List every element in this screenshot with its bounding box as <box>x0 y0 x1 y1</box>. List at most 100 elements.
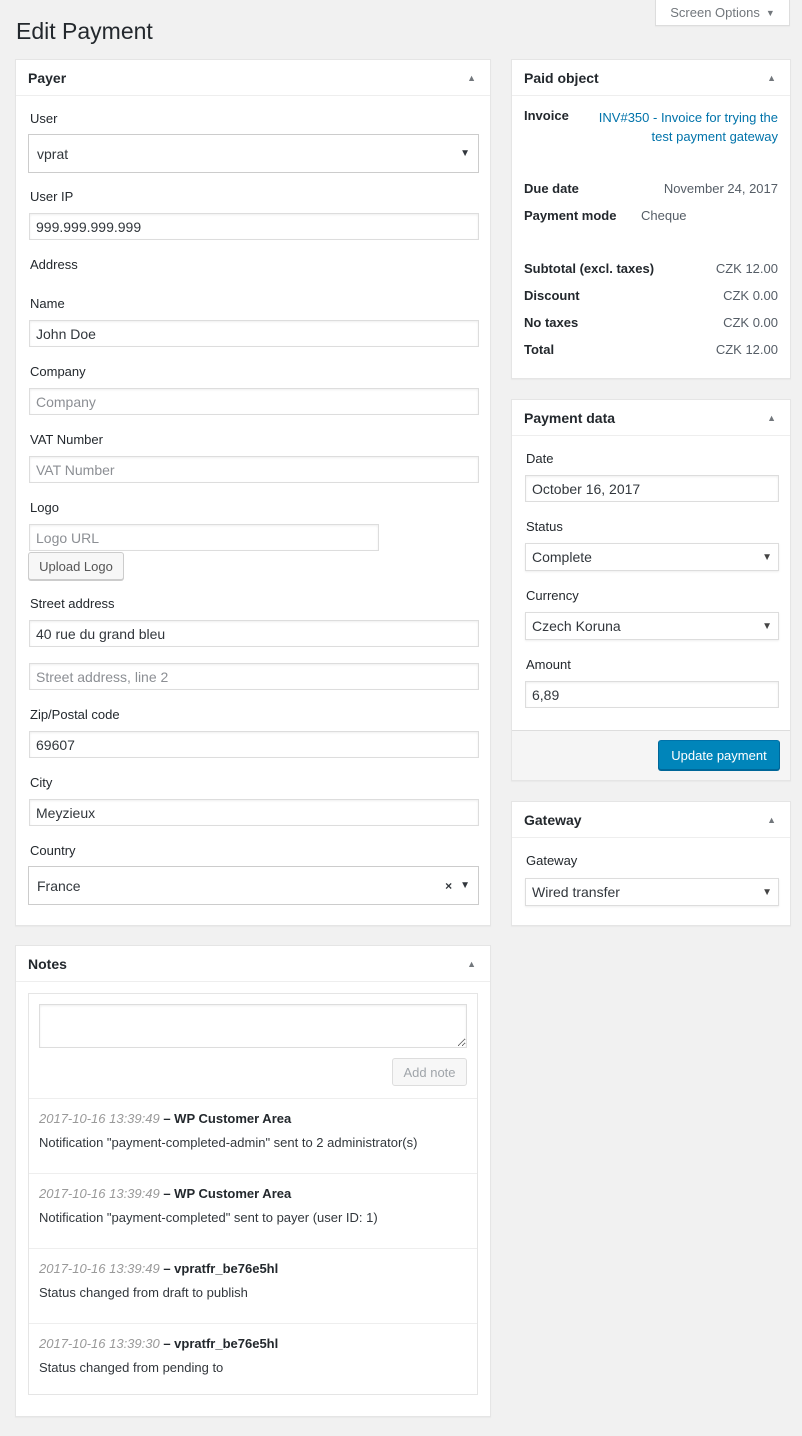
street2-input[interactable]: Street address, line 2 <box>29 663 479 690</box>
vat-input[interactable]: VAT Number <box>29 456 479 483</box>
collapse-toggle-icon[interactable]: ▲ <box>467 73 476 83</box>
invoice-link[interactable]: INV#350 - Invoice for trying the test pa… <box>588 108 778 146</box>
note-text: Status changed from draft to publish <box>39 1285 248 1300</box>
discount-row: Discount CZK 0.00 <box>524 288 778 303</box>
collapse-toggle-icon[interactable]: ▲ <box>467 959 476 969</box>
status-label: Status <box>526 519 563 534</box>
name-input[interactable]: John Doe <box>29 320 479 347</box>
paid-object-box-title: Paid object <box>524 69 599 86</box>
date-input[interactable]: October 16, 2017 <box>525 475 779 502</box>
add-note-form: Add note <box>29 994 477 1098</box>
vat-label: VAT Number <box>30 432 103 447</box>
dropdown-arrow-icon: ▼ <box>762 886 772 898</box>
gateway-box: Gateway ▲ Gateway Wired transfer ▼ <box>511 801 791 926</box>
dropdown-arrow-icon: ▼ <box>460 880 470 891</box>
note-item: 2017-10-16 13:39:49 – WP Customer Area N… <box>29 1098 477 1173</box>
taxes-row: No taxes CZK 0.00 <box>524 315 778 330</box>
dropdown-arrow-icon: ▼ <box>762 551 772 563</box>
taxes-label: No taxes <box>524 315 579 330</box>
city-input[interactable]: Meyzieux <box>29 799 479 826</box>
street-label: Street address <box>30 596 115 611</box>
note-text: Notification "payment-completed" sent to… <box>39 1210 378 1225</box>
paid-object-box: Paid object ▲ Invoice INV#350 - Invoice … <box>511 59 791 379</box>
amount-input[interactable]: 6,89 <box>525 681 779 708</box>
add-note-button[interactable]: Add note <box>392 1058 467 1086</box>
subtotal-row: Subtotal (excl. taxes) CZK 12.00 <box>524 261 778 276</box>
note-timestamp: 2017-10-16 13:39:49 <box>39 1186 160 1201</box>
zip-input[interactable]: 69607 <box>29 731 479 758</box>
note-textarea[interactable] <box>39 1004 467 1048</box>
gateway-select[interactable]: Wired transfer ▼ <box>525 878 779 906</box>
note-author: – vpratfr_be76e5hl <box>163 1261 279 1276</box>
notes-box-title: Notes <box>28 955 67 972</box>
note-text: Notification "payment-completed-admin" s… <box>39 1135 418 1150</box>
date-label: Date <box>526 451 554 466</box>
due-date-value: November 24, 2017 <box>663 181 778 196</box>
user-select[interactable]: vprat ▼ <box>28 134 479 173</box>
currency-select-value: Czech Koruna <box>532 618 621 634</box>
street-input[interactable]: 40 rue du grand bleu <box>29 620 479 647</box>
country-select[interactable]: France × ▼ <box>28 866 479 905</box>
discount-value: CZK 0.00 <box>723 288 778 303</box>
total-value: CZK 12.00 <box>715 342 778 357</box>
subtotal-value: CZK 12.00 <box>715 261 778 276</box>
notes-box: Notes ▲ Add note 2017-10-16 13:39:49 – W… <box>15 945 491 1417</box>
note-author: – vpratfr_be76e5hl <box>163 1336 279 1351</box>
note-item: 2017-10-16 13:39:30 – vpratfr_be76e5hl S… <box>29 1323 477 1398</box>
address-label: Address <box>30 257 78 272</box>
company-label: Company <box>30 364 86 379</box>
note-timestamp: 2017-10-16 13:39:49 <box>39 1261 160 1276</box>
payment-data-box: Payment data ▲ Date October 16, 2017 Sta… <box>511 399 791 781</box>
clear-icon[interactable]: × <box>445 879 452 893</box>
country-label: Country <box>30 843 76 858</box>
country-select-value: France <box>37 877 81 894</box>
dropdown-arrow-icon: ▼ <box>762 620 772 632</box>
update-payment-button[interactable]: Update payment <box>658 740 780 770</box>
due-date-row: Due date November 24, 2017 <box>524 181 778 196</box>
payment-mode-row: Payment mode Cheque <box>524 208 778 223</box>
user-label: User <box>30 111 58 126</box>
taxes-value: CZK 0.00 <box>723 315 778 330</box>
logo-url-input[interactable]: Logo URL <box>29 524 379 551</box>
user-ip-input[interactable]: 999.999.999.999 <box>29 213 479 240</box>
upload-logo-button[interactable]: Upload Logo <box>28 552 124 580</box>
collapse-toggle-icon[interactable]: ▲ <box>767 73 776 83</box>
dropdown-arrow-icon: ▼ <box>460 148 470 159</box>
user-ip-label: User IP <box>30 189 74 204</box>
screen-options-button[interactable]: Screen Options ▼ <box>655 0 790 26</box>
total-row: Total CZK 12.00 <box>524 342 778 357</box>
note-text: Status changed from pending to <box>39 1360 224 1375</box>
gateway-box-title: Gateway <box>524 811 582 828</box>
payer-box-title: Payer <box>28 69 67 86</box>
screen-options-label: Screen Options <box>670 5 760 20</box>
currency-label: Currency <box>526 588 579 603</box>
total-label: Total <box>524 342 555 357</box>
note-author: – WP Customer Area <box>163 1111 292 1126</box>
gateway-label: Gateway <box>526 853 578 868</box>
company-input[interactable]: Company <box>29 388 479 415</box>
status-select-value: Complete <box>532 549 592 565</box>
payer-box: Payer ▲ User vprat ▼ User IP 999.999.999… <box>15 59 491 926</box>
payment-data-box-title: Payment data <box>524 409 616 426</box>
gateway-box-header[interactable]: Gateway ▲ <box>512 802 790 838</box>
status-select[interactable]: Complete ▼ <box>525 543 779 571</box>
name-label: Name <box>30 296 65 311</box>
payment-mode-label: Payment mode <box>524 208 617 223</box>
currency-select[interactable]: Czech Koruna ▼ <box>525 612 779 640</box>
logo-label: Logo <box>30 500 59 515</box>
note-item: 2017-10-16 13:39:49 – WP Customer Area N… <box>29 1173 477 1248</box>
amount-label: Amount <box>526 657 571 672</box>
caret-down-icon: ▼ <box>765 7 775 18</box>
payer-box-header[interactable]: Payer ▲ <box>16 60 490 96</box>
collapse-toggle-icon[interactable]: ▲ <box>767 413 776 423</box>
paid-object-box-header[interactable]: Paid object ▲ <box>512 60 790 96</box>
discount-label: Discount <box>524 288 580 303</box>
payment-data-box-header[interactable]: Payment data ▲ <box>512 400 790 436</box>
user-select-value: vprat <box>37 145 69 162</box>
collapse-toggle-icon[interactable]: ▲ <box>767 815 776 825</box>
gateway-select-value: Wired transfer <box>532 884 620 900</box>
notes-box-header[interactable]: Notes ▲ <box>16 946 490 982</box>
subtotal-label: Subtotal (excl. taxes) <box>524 261 655 276</box>
city-label: City <box>30 775 53 790</box>
note-author: – WP Customer Area <box>163 1186 292 1201</box>
